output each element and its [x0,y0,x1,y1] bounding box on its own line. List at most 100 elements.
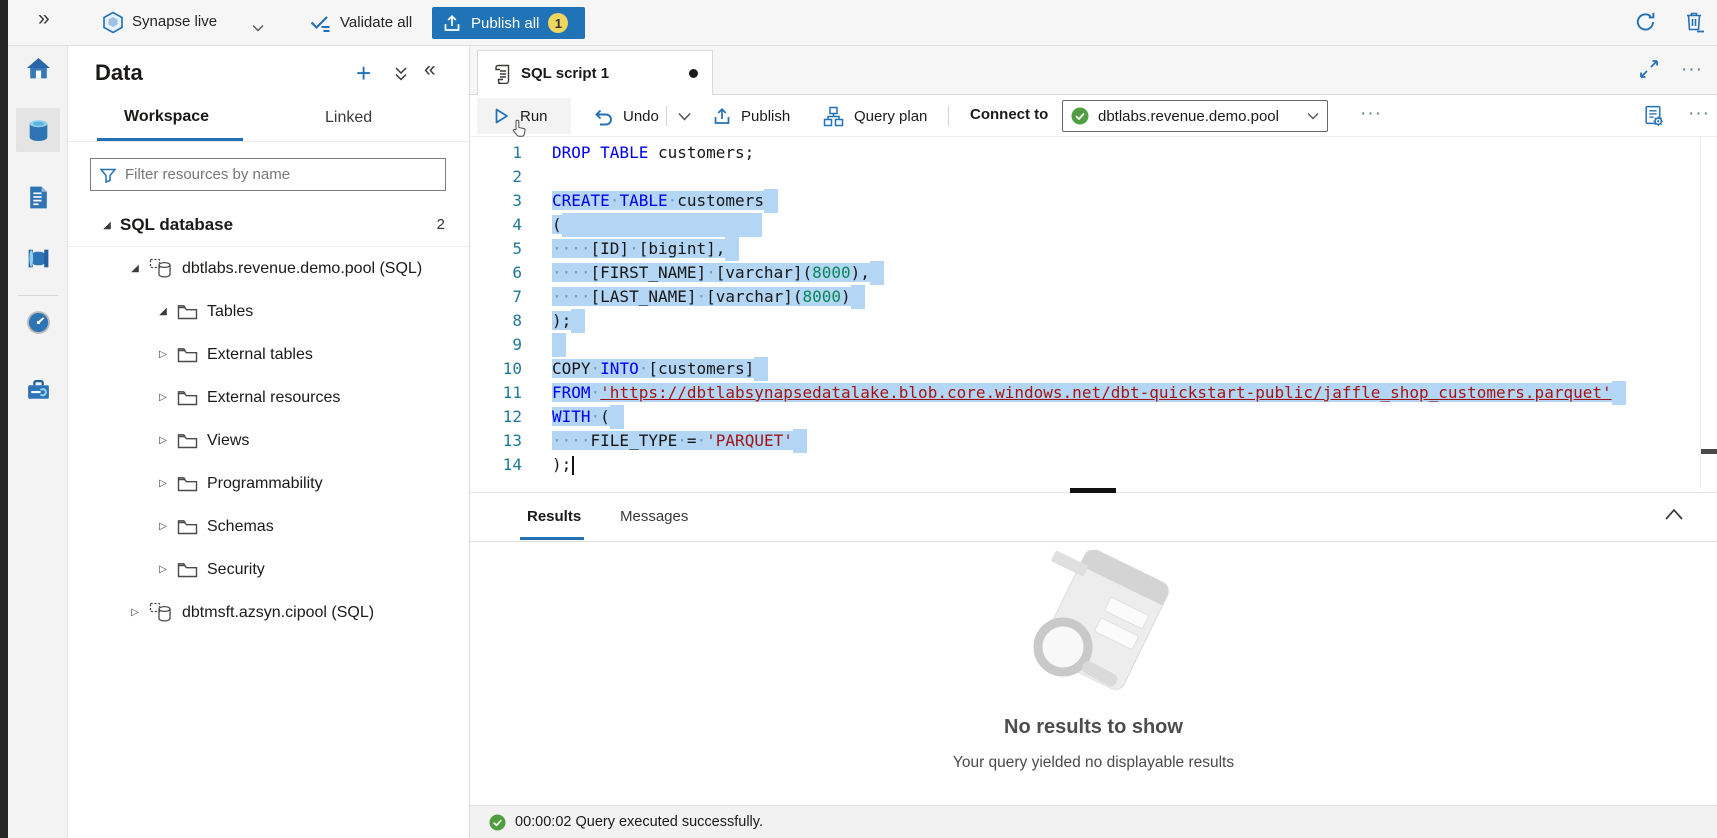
no-results-illustration [973,550,1213,705]
tree-item-7[interactable]: ▷Security [68,548,469,591]
document-icon [25,184,52,211]
tab-messages[interactable]: Messages [620,508,688,525]
code-line-1[interactable]: 1DROP TABLE customers; [470,141,1717,165]
code-line-content: CREATE·TABLE·customers [552,189,778,213]
tree-section-sql-database[interactable]: ◢ SQL database [68,204,469,247]
sql-code-editor[interactable]: 1DROP TABLE customers;23CREATE·TABLE·cus… [470,137,1717,489]
tab-results[interactable]: Results [527,508,581,525]
tree-item-4[interactable]: ▷ Views [68,419,469,462]
top-bar: » Synapse live Validate all Publish all … [8,0,1717,46]
tab-linked[interactable]: Linked [325,109,372,127]
pool-select-dropdown[interactable]: dbtlabs.revenue.demo.pool [1062,100,1328,132]
left-navigation-rail [8,46,68,838]
editor-more-actions-icon[interactable]: ··· [1688,104,1710,123]
database-count-badge: 2 [437,216,445,233]
line-number: 13 [470,429,522,453]
run-icon [491,106,511,126]
code-line-7[interactable]: 7····[LAST_NAME]·[varchar](8000) [470,285,1717,309]
add-resource-button[interactable]: + [356,58,371,89]
sidebar-item-integrate[interactable] [16,236,60,280]
tree-item-6[interactable]: ▷Schemas [68,505,469,548]
code-line-8[interactable]: 8); [470,309,1717,333]
sidebar-item-manage[interactable] [16,368,60,412]
chevron-down-icon[interactable] [252,19,264,37]
chevron-expanded-icon[interactable]: ◢ [128,263,142,274]
code-line-9[interactable]: 9 [470,333,1717,357]
code-line-content: WITH·( [552,405,624,429]
code-line-5[interactable]: 5····[ID]·[bigint], [470,237,1717,261]
chevron-expanded-icon[interactable]: ◢ [156,306,170,317]
publish-icon [442,13,462,33]
tree-item-label: dbtlabs.revenue.demo.pool (SQL) [182,260,422,278]
synapse-studio-window: » Synapse live Validate all Publish all … [0,0,1717,838]
collapse-panel-icon[interactable]: « [424,58,436,82]
chevron-collapsed-icon[interactable]: ▷ [156,521,170,532]
chevron-collapsed-icon[interactable]: ▷ [156,392,170,403]
chevron-collapsed-icon[interactable]: ▷ [156,478,170,489]
collapse-results-chevron-icon[interactable] [1663,506,1685,527]
tree-item-label: Views [207,432,249,450]
sidebar-item-monitor[interactable] [16,300,60,344]
code-line-11[interactable]: 11FROM·'https://dbtlabsynapsedatalake.bl… [470,381,1717,405]
tree-item-0[interactable]: ◢ dbtlabs.revenue.demo.pool (SQL) [68,247,469,290]
chevron-collapsed-icon[interactable]: ▷ [156,349,170,360]
publish-button[interactable]: Publish [706,98,796,134]
undo-icon [592,105,614,127]
code-line-4[interactable]: 4( [470,213,1717,237]
query-plan-button[interactable]: Query plan [816,98,933,134]
chevron-collapsed-icon[interactable]: ▷ [128,607,142,618]
sql-script-icon [492,63,511,84]
selection-highlight: FROM·'https://dbtlabsynapsedatalake.blob… [552,383,1612,402]
sidebar-item-home[interactable] [16,46,60,90]
chevron-collapsed-icon[interactable]: ▷ [156,564,170,575]
publish-count-badge: 1 [548,13,568,33]
discard-icon[interactable] [1683,10,1705,33]
tree-item-3[interactable]: ▷External resources [68,376,469,419]
filter-box[interactable] [90,158,446,191]
expand-menu-icon[interactable]: » [38,7,48,31]
tree-item-2[interactable]: ▷External tables [68,333,469,376]
code-line-13[interactable]: 13····FILE_TYPE·=·'PARQUET' [470,429,1717,453]
publish-all-button[interactable]: Publish all 1 [432,7,585,39]
text-cursor [572,456,574,475]
refresh-icon[interactable] [1634,10,1657,33]
tab-more-actions-icon[interactable]: ··· [1681,60,1703,79]
folder-icon [177,432,198,449]
undo-redo-dropdown-icon[interactable] [672,98,697,134]
undo-button[interactable]: Undo [586,98,665,134]
expand-editor-icon[interactable] [1639,59,1659,79]
toolbar-divider [948,106,949,126]
tab-sql-script-1[interactable]: SQL script 1 [477,50,713,95]
collapse-all-icon[interactable] [394,66,408,87]
validate-icon [308,10,332,34]
code-line-12[interactable]: 12WITH·( [470,405,1717,429]
run-button[interactable]: Run [477,98,571,134]
sidebar-item-develop[interactable] [16,175,60,219]
code-line-14[interactable]: 14); [470,453,1717,477]
code-line-6[interactable]: 6····[FIRST_NAME]·[varchar](8000), [470,261,1717,285]
folder-icon [177,346,198,363]
code-line-2[interactable]: 2 [470,165,1717,189]
tab-workspace[interactable]: Workspace [124,108,209,126]
tab-title: SQL script 1 [521,65,609,82]
code-line-content: ); [552,453,574,477]
editor-scrollbar-thumb[interactable] [1701,449,1717,454]
code-line-content: ····[LAST_NAME]·[varchar](8000) [552,285,865,309]
selection-highlight: ); [552,311,571,330]
filter-input[interactable] [125,166,437,183]
tree-item-1[interactable]: ◢Tables [68,290,469,333]
mode-selector-label[interactable]: Synapse live [132,13,217,30]
chevron-collapsed-icon[interactable]: ▷ [156,435,170,446]
tree-item-5[interactable]: ▷Programmability [68,462,469,505]
tree-item-8[interactable]: ▷dbtmsft.azsyn.cipool (SQL) [68,591,469,634]
toolbar-more-actions-icon[interactable]: ··· [1360,104,1382,123]
properties-icon[interactable] [1642,104,1665,127]
chevron-expanded-icon[interactable]: ◢ [100,220,114,231]
code-line-content [552,333,566,357]
validate-all-button[interactable]: Validate all [308,10,412,34]
code-line-3[interactable]: 3CREATE·TABLE·customers [470,189,1717,213]
folder-icon [177,561,198,578]
sidebar-item-data[interactable] [16,108,60,152]
code-line-10[interactable]: 10COPY·INTO·[customers] [470,357,1717,381]
panel-resize-handle[interactable] [1070,488,1116,493]
